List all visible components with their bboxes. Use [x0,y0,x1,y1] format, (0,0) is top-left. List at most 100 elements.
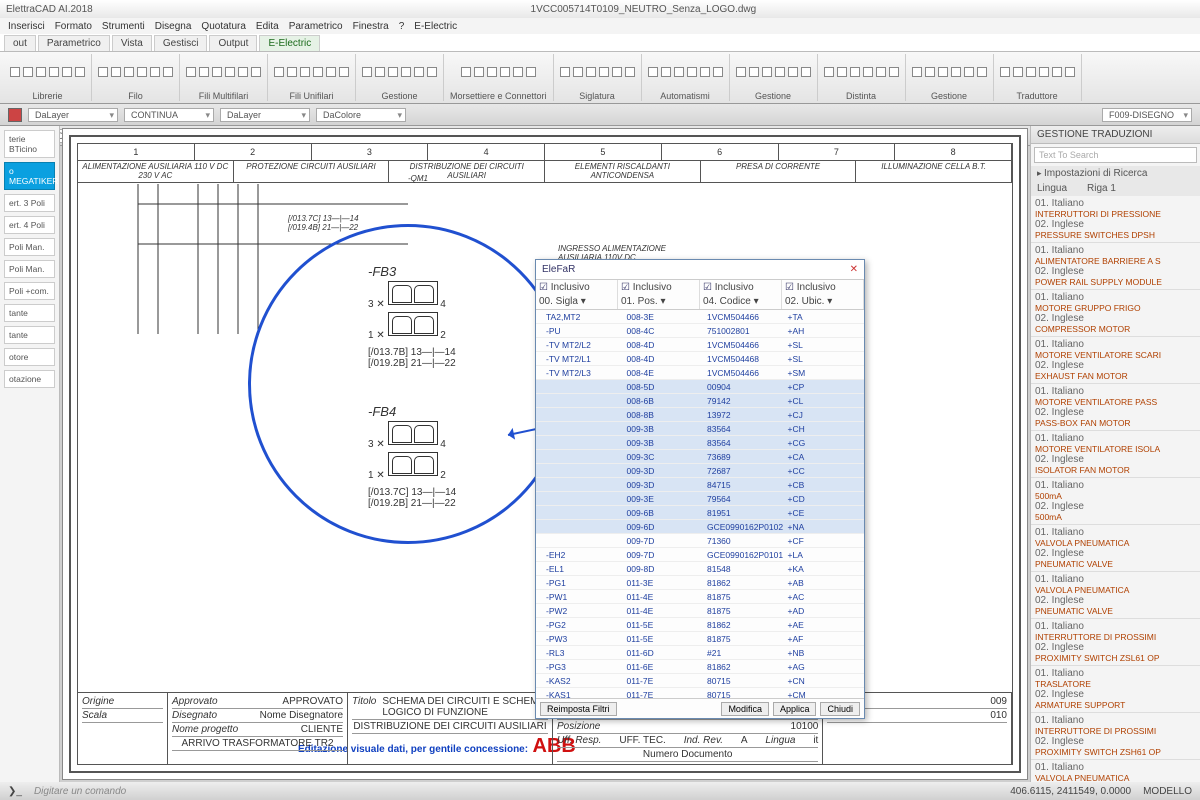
table-row[interactable]: -PW1011-4E81875+AC [536,590,864,604]
tool-icon[interactable] [612,67,622,77]
tool-icon[interactable] [863,67,873,77]
table-row[interactable]: 009-6B81951+CE [536,506,864,520]
library-node[interactable]: terie BTicino [4,130,55,158]
tool-icon[interactable] [98,67,108,77]
library-node[interactable]: otazione [4,370,55,388]
tool-icon[interactable] [225,67,235,77]
table-row[interactable]: -PG1011-3E81862+AB [536,576,864,590]
translation-item[interactable]: 01. ItalianoMOTORE VENTILATORE SCARI02. … [1031,337,1200,384]
tool-icon[interactable] [251,67,261,77]
tab-output[interactable]: Output [209,35,257,51]
tool-icon[interactable] [150,67,160,77]
tab-vista[interactable]: Vista [112,35,152,51]
tool-icon[interactable] [713,67,723,77]
tool-icon[interactable] [49,67,59,77]
tool-icon[interactable] [736,67,746,77]
table-row[interactable]: -TV MT2/L3008-4E1VCM504466+SM [536,366,864,380]
layer-color-swatch[interactable] [8,108,22,122]
translation-item[interactable]: 01. Italiano500mA02. Inglese500mA [1031,478,1200,525]
tool-icon[interactable] [977,67,987,77]
tool-icon[interactable] [474,67,484,77]
translation-item[interactable]: 01. ItalianoMOTORE GRUPPO FRIGO02. Ingle… [1031,290,1200,337]
linetype-select[interactable]: CONTINUA [124,108,214,122]
library-node[interactable]: Poli Man. [4,260,55,278]
tool-icon[interactable] [912,67,922,77]
doc-select[interactable]: F009-DISEGNO [1102,108,1192,122]
tool-icon[interactable] [599,67,609,77]
translation-item[interactable]: 01. ItalianoMOTORE VENTILATORE ISOLA02. … [1031,431,1200,478]
translation-item[interactable]: 01. ItalianoINTERRUTTORI DI PRESSIONE02.… [1031,196,1200,243]
table-row[interactable]: -PU008-4C751002801+AH [536,324,864,338]
menu-e-electric[interactable]: E-Electric [414,21,457,32]
search-input[interactable]: Text To Search [1034,147,1197,163]
tool-icon[interactable] [876,67,886,77]
translation-item[interactable]: 01. ItalianoTRASLATORE02. IngleseARMATUR… [1031,666,1200,713]
library-node[interactable]: o MEGATIKER [4,162,55,190]
elefar-titlebar[interactable]: EleFaR ✕ [536,260,864,280]
translation-item[interactable]: 01. ItalianoALIMENTATORE BARRIERE A S02.… [1031,243,1200,290]
table-row[interactable]: -EH2009-7DGCE0990162P0101+LA [536,548,864,562]
tool-icon[interactable] [1065,67,1075,77]
table-row[interactable]: 009-6DGCE0990162P0102+NA [536,520,864,534]
space-toggle[interactable]: MODELLO [1143,786,1192,797]
tool-icon[interactable] [687,67,697,77]
tool-icon[interactable] [326,67,336,77]
tool-icon[interactable] [313,67,323,77]
tool-icon[interactable] [75,67,85,77]
tool-icon[interactable] [925,67,935,77]
table-row[interactable]: 008-5D00904+CP [536,380,864,394]
column-header[interactable]: Inclusivo01. Pos. ▾ [618,280,700,309]
tool-icon[interactable] [837,67,847,77]
tool-icon[interactable] [487,67,497,77]
tool-icon[interactable] [951,67,961,77]
table-row[interactable]: 009-3B83564+CH [536,422,864,436]
tool-icon[interactable] [648,67,658,77]
table-row[interactable]: 009-3C73689+CA [536,450,864,464]
column-header[interactable]: Inclusivo04. Codice ▾ [700,280,782,309]
table-row[interactable]: -PG2011-5E81862+AE [536,618,864,632]
tool-icon[interactable] [889,67,899,77]
translation-item[interactable]: 01. ItalianoVALVOLA PNEUMATICA02. Ingles… [1031,525,1200,572]
library-node[interactable]: tante [4,326,55,344]
table-row[interactable]: 009-3B83564+CG [536,436,864,450]
command-input[interactable]: Digitare un comando [34,786,998,797]
tool-icon[interactable] [762,67,772,77]
tool-icon[interactable] [1013,67,1023,77]
tool-icon[interactable] [850,67,860,77]
tool-icon[interactable] [186,67,196,77]
tab-gestisci[interactable]: Gestisci [154,35,208,51]
tab-out[interactable]: out [4,35,36,51]
table-row[interactable]: 009-3D84715+CB [536,478,864,492]
tool-icon[interactable] [1039,67,1049,77]
tool-icon[interactable] [700,67,710,77]
close-icon[interactable]: ✕ [850,264,858,275]
table-row[interactable]: -PW2011-4E81875+AD [536,604,864,618]
apply-button[interactable]: Applica [773,702,817,716]
search-settings[interactable]: ▸ Impostazioni di Ricerca [1031,166,1200,181]
table-row[interactable]: -TV MT2/L2008-4D1VCM504466+SL [536,338,864,352]
menu-strumenti[interactable]: Strumenti [102,21,145,32]
tab-parametrico[interactable]: Parametrico [38,35,110,51]
library-node[interactable]: tante [4,304,55,322]
tool-icon[interactable] [526,67,536,77]
tool-icon[interactable] [801,67,811,77]
tool-icon[interactable] [62,67,72,77]
tool-icon[interactable] [414,67,424,77]
tool-icon[interactable] [788,67,798,77]
tool-icon[interactable] [513,67,523,77]
layer-select[interactable]: DaLayer [28,108,118,122]
table-row[interactable]: TA2,MT2008-3E1VCM504466+TA [536,310,864,324]
table-row[interactable]: 009-3E79564+CD [536,492,864,506]
table-row[interactable]: -PW3011-5E81875+AF [536,632,864,646]
drawing-canvas[interactable]: 12345678 ALIMENTAZIONE AUSILIARIA 110 V … [62,128,1028,780]
table-row[interactable]: -TV MT2/L1008-4D1VCM504468+SL [536,352,864,366]
tool-icon[interactable] [775,67,785,77]
tool-icon[interactable] [300,67,310,77]
tool-icon[interactable] [824,67,834,77]
translation-item[interactable]: 01. ItalianoINTERRUTTORE DI PROSSIMI02. … [1031,619,1200,666]
tool-icon[interactable] [661,67,671,77]
library-node[interactable]: Poli +com. [4,282,55,300]
menu-disegna[interactable]: Disegna [155,21,192,32]
tab-e-electric[interactable]: E-Electric [259,35,320,51]
tool-icon[interactable] [124,67,134,77]
